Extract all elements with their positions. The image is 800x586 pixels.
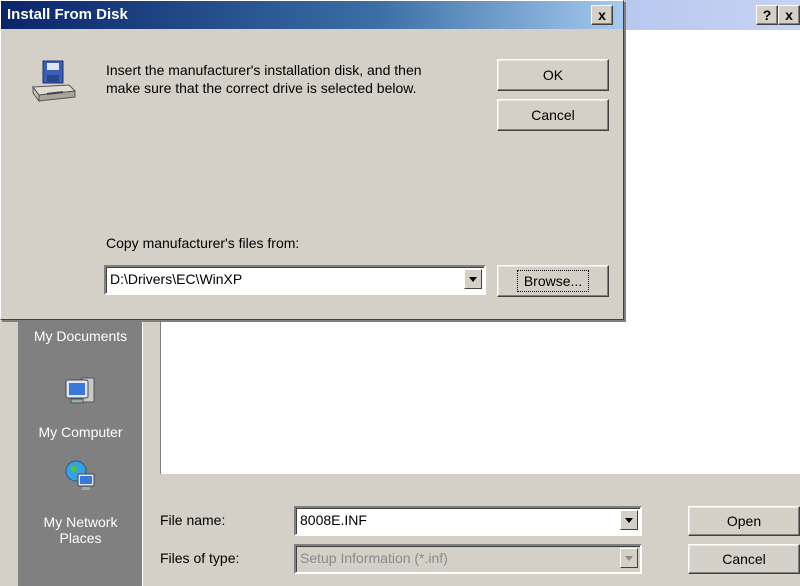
instruction-line: make sure that the correct drive is sele… — [106, 80, 417, 96]
copy-from-label: Copy manufacturer's files from: — [106, 235, 300, 251]
file-name-combo[interactable]: 8008E.INF — [294, 506, 642, 536]
cancel-button[interactable]: Cancel — [497, 99, 609, 131]
files-of-type-label: Files of type: — [160, 550, 240, 566]
my-computer-icon — [65, 377, 95, 404]
browse-button-label: Browse... — [516, 270, 590, 292]
open-button-label: Open — [726, 513, 762, 529]
files-of-type-value: Setup Information (*.inf) — [300, 550, 448, 566]
file-name-value: 8008E.INF — [300, 512, 367, 528]
path-dropdown-button[interactable] — [464, 269, 482, 289]
chevron-down-icon — [469, 276, 477, 282]
instruction-line: Insert the manufacturer's installation d… — [106, 62, 422, 78]
help-button[interactable]: ? — [756, 5, 778, 25]
place-my-documents[interactable]: My Documents — [18, 328, 143, 344]
place-label: My Computer — [38, 424, 123, 440]
files-of-type-dropdown-button[interactable] — [620, 548, 638, 568]
network-places-icon — [65, 460, 95, 490]
open-button[interactable]: Open — [688, 506, 800, 536]
close-button[interactable]: x — [591, 5, 613, 25]
install-from-disk-titlebar: Install From Disk x — [1, 1, 623, 29]
copy-from-path-combo[interactable]: D:\Drivers\EC\WinXP — [104, 265, 486, 295]
place-label: My Network Places — [43, 514, 118, 546]
place-network[interactable]: My Network Places — [18, 514, 143, 546]
instruction-text: Insert the manufacturer's installation d… — [106, 61, 476, 97]
copy-from-path-value: D:\Drivers\EC\WinXP — [110, 271, 243, 287]
locate-file-cancel-button[interactable]: Cancel — [688, 544, 800, 574]
files-of-type-combo[interactable]: Setup Information (*.inf) — [294, 544, 642, 574]
locate-file-close-button[interactable]: x — [778, 5, 800, 25]
cancel-button-label: Cancel — [531, 107, 575, 123]
file-name-label: File name: — [160, 512, 226, 528]
file-name-dropdown-button[interactable] — [620, 510, 638, 530]
cancel-button-label: Cancel — [722, 551, 766, 567]
floppy-drive-icon — [32, 60, 77, 103]
ok-button[interactable]: OK — [497, 59, 609, 91]
places-bar: My Documents My Computer My Network Plac… — [18, 300, 143, 586]
ok-button-label: OK — [542, 67, 564, 83]
chevron-down-icon — [625, 555, 633, 561]
place-label: My Documents — [33, 328, 128, 344]
place-my-computer[interactable]: My Computer — [18, 424, 143, 440]
dialog-title: Install From Disk — [7, 6, 128, 23]
chevron-down-icon — [625, 517, 633, 523]
browse-button[interactable]: Browse... — [497, 265, 609, 297]
install-from-disk-dialog: Install From Disk x Insert the manufactu… — [0, 0, 624, 320]
